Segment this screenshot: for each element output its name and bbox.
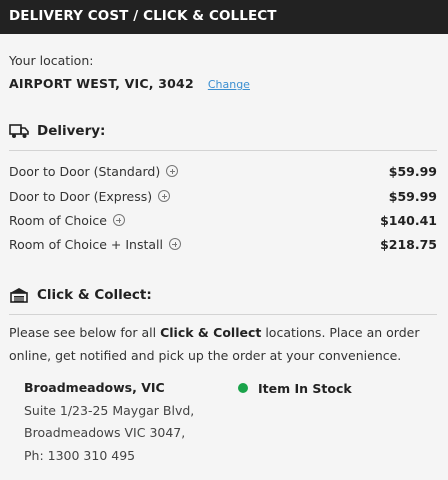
option-name: Room of Choice + Install — [9, 236, 163, 252]
change-location-link[interactable]: Change — [208, 78, 250, 91]
option-price: $59.99 — [388, 188, 437, 204]
expand-plus-icon[interactable] — [112, 214, 125, 226]
click-collect-title: Click & Collect: — [37, 287, 152, 303]
click-collect-description: Please see below for all Click & Collect… — [9, 325, 420, 363]
location-row: AIRPORT WEST, VIC, 3042 Change — [9, 76, 250, 91]
store-phone: Ph: 1300 310 495 — [24, 447, 136, 463]
option-name: Door to Door (Express) — [9, 188, 153, 204]
option-name: Room of Choice — [9, 212, 107, 228]
location-label: Your location: — [9, 53, 94, 68]
delivery-panel: Your location: AIRPORT WEST, VIC, 3042 C… — [0, 34, 448, 480]
delivery-option-standard: Door to Door (Standard) $59.99 — [9, 161, 437, 181]
delivery-option-room-of-choice: Room of Choice $140.41 — [9, 210, 437, 230]
delivery-option-room-install: Room of Choice + Install $218.75 — [9, 234, 437, 254]
delivery-option-express: Door to Door (Express) $59.99 — [9, 186, 437, 206]
delivery-title: Delivery: — [37, 123, 106, 139]
expand-plus-icon[interactable] — [166, 165, 179, 177]
in-stock-dot-icon — [238, 383, 248, 393]
expand-plus-icon[interactable] — [168, 238, 181, 250]
panel-title: DELIVERY COST / CLICK & COLLECT — [9, 8, 277, 24]
expand-plus-icon[interactable] — [158, 190, 171, 202]
option-price: $59.99 — [388, 163, 437, 179]
stock-status-label: Item In Stock — [258, 380, 352, 396]
store-details: Broadmeadows, VIC Suite 1/23-25 Maygar B… — [24, 377, 194, 467]
location-value: AIRPORT WEST, VIC, 3042 — [9, 76, 194, 91]
store-icon — [9, 287, 29, 303]
delivery-heading: Delivery: — [9, 123, 105, 139]
option-price: $218.75 — [380, 236, 437, 252]
store-address-line2: Broadmeadows VIC 3047, — [24, 425, 186, 440]
option-name: Door to Door (Standard) — [9, 163, 161, 179]
option-price: $140.41 — [380, 212, 437, 228]
stock-status: Item In Stock — [238, 377, 352, 399]
store-address-line1: Suite 1/23-25 Maygar Blvd, — [24, 402, 195, 418]
click-collect-divider — [9, 314, 437, 315]
delivery-divider — [9, 150, 437, 151]
click-collect-heading: Click & Collect: — [9, 287, 152, 303]
store-name: Broadmeadows, VIC — [24, 380, 165, 395]
panel-header: DELIVERY COST / CLICK & COLLECT — [0, 0, 448, 34]
truck-icon — [9, 123, 29, 139]
